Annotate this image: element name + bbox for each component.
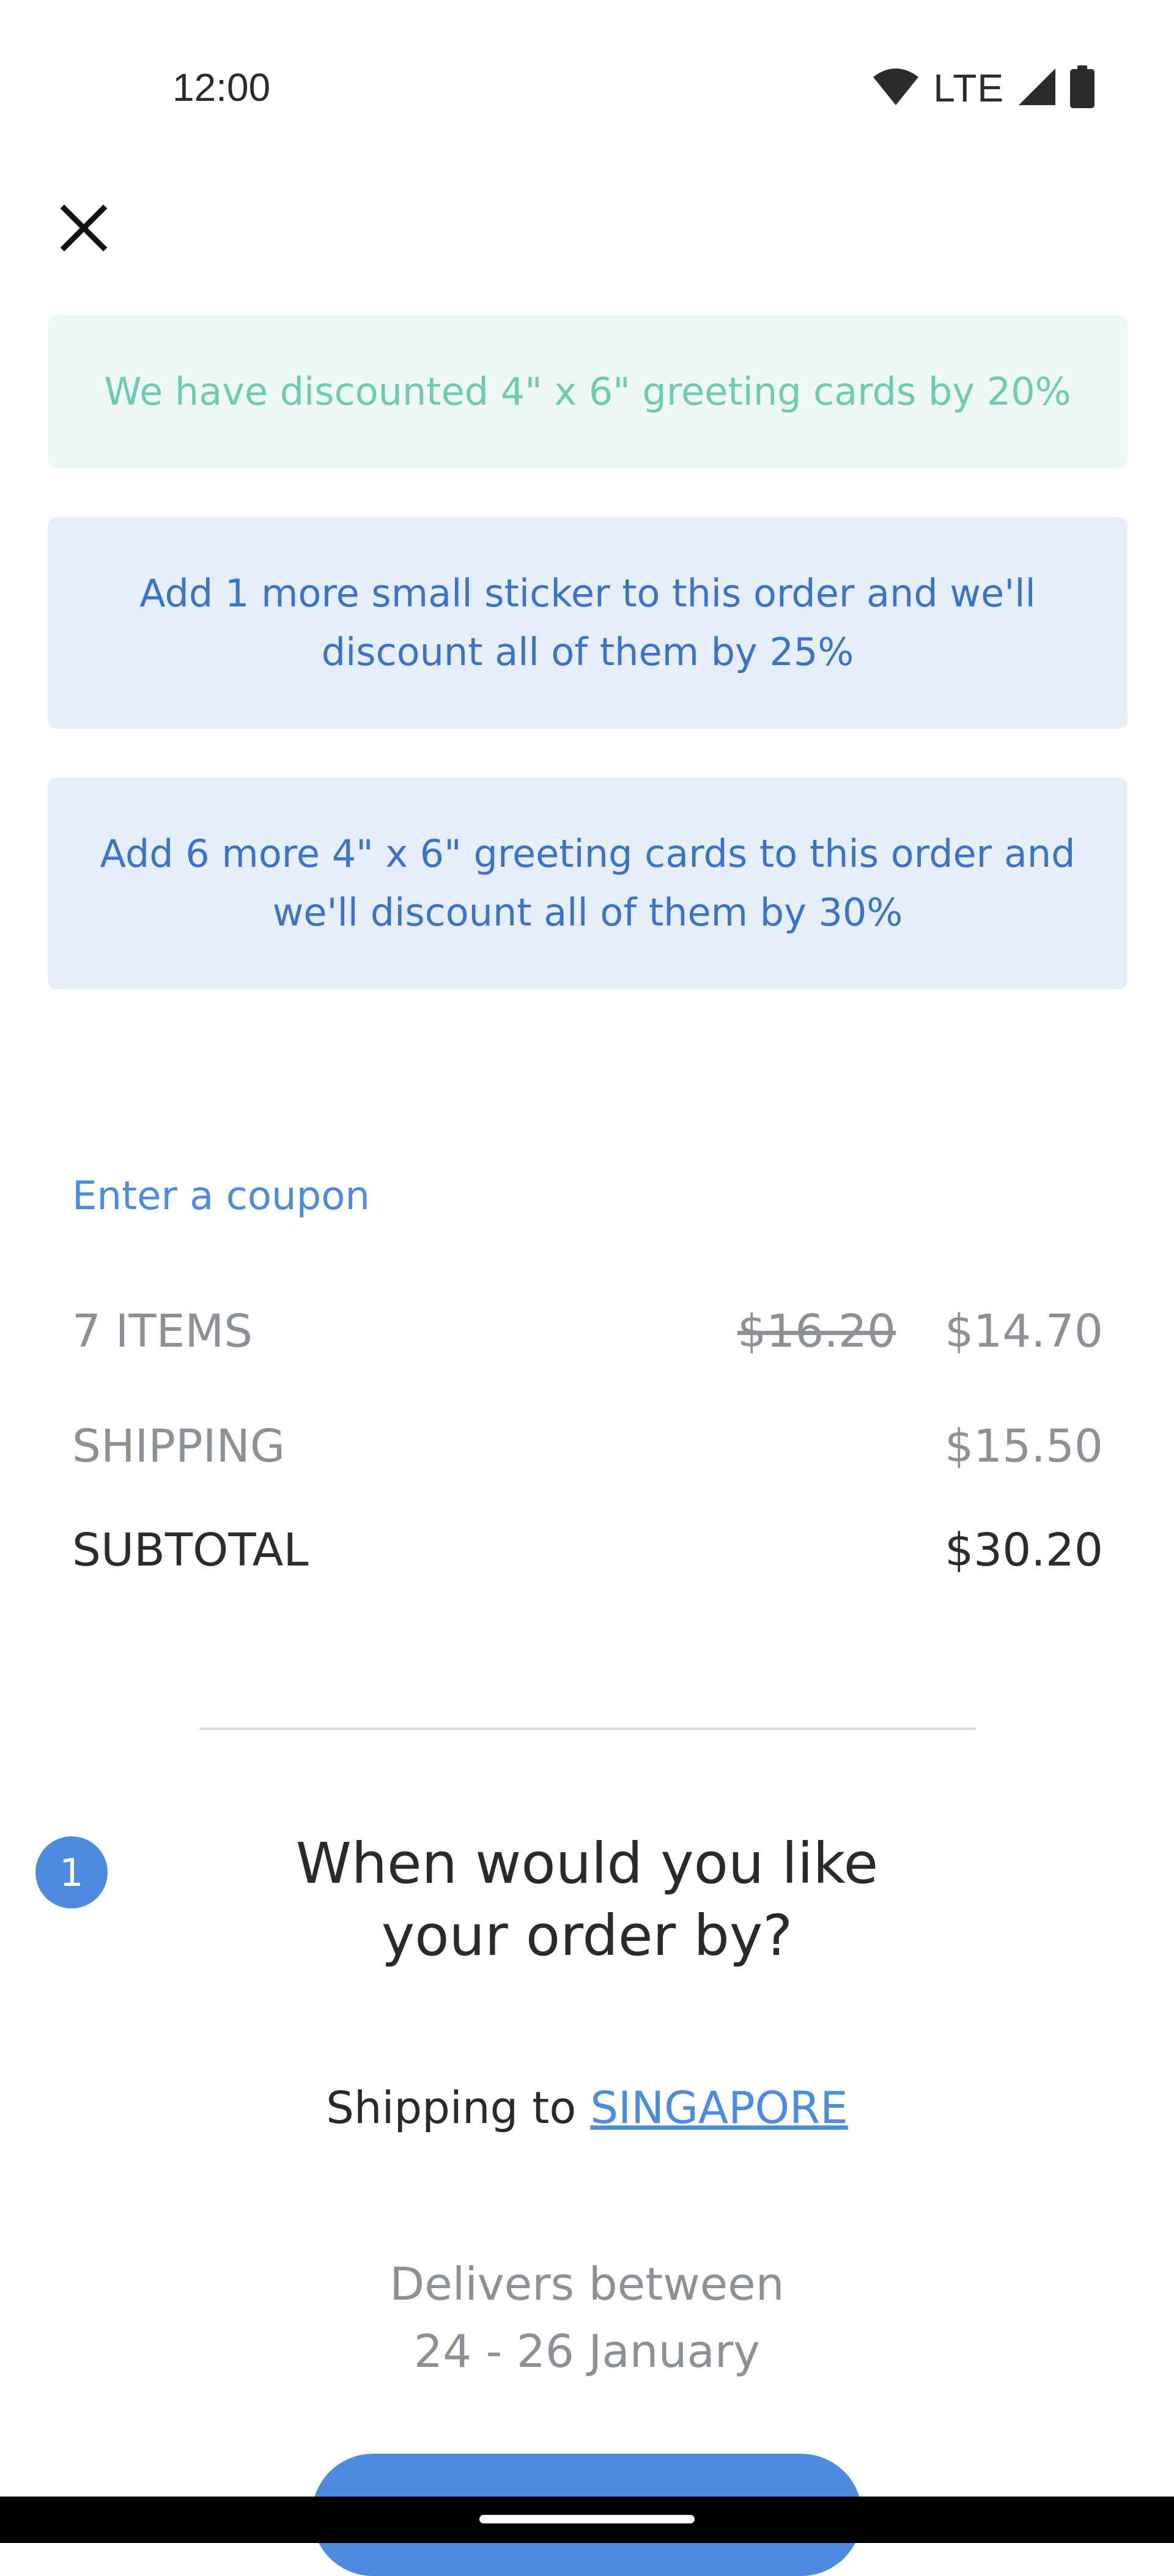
- shipping-price: $15.50: [945, 1420, 1103, 1473]
- step-title-line1: When would you like: [295, 1831, 879, 1896]
- shipping-prefix: Shipping to: [326, 2082, 577, 2133]
- status-time: 12:00: [172, 65, 271, 109]
- sticker-offer-text: Add 1 more small sticker to this order a…: [139, 564, 1036, 682]
- signal-icon: [1017, 67, 1057, 109]
- close-icon: [60, 204, 108, 254]
- network-type-label: LTE: [933, 66, 1004, 110]
- battery-icon: [1070, 65, 1095, 111]
- subtotal-row: SUBTOTAL $30.20: [72, 1520, 1103, 1581]
- sticker-offer-line1: Add 1 more small sticker to this order a…: [139, 571, 1036, 616]
- greeting-card-offer-line2: we'll discount all of them by 30%: [272, 890, 903, 935]
- greeting-card-offer-line1: Add 6 more 4" x 6" greeting cards to thi…: [100, 831, 1076, 876]
- close-button[interactable]: [55, 201, 113, 258]
- shipping-destination: Shipping to SINGAPORE: [0, 2082, 1174, 2133]
- step-title-line2: your order by?: [381, 1903, 793, 1968]
- items-row: 7 ITEMS $16.20 $14.70: [72, 1301, 1103, 1362]
- step-title: When would you like your order by?: [220, 1828, 954, 1972]
- greeting-card-offer-text: Add 6 more 4" x 6" greeting cards to thi…: [100, 825, 1076, 942]
- delivery-estimate: Delivers between 24 - 26 January: [0, 2251, 1174, 2385]
- status-bar: 12:00 LTE: [0, 0, 1174, 177]
- home-gesture-handle[interactable]: [479, 2515, 695, 2523]
- step-number-badge: 1: [35, 1836, 108, 1908]
- enter-coupon-link[interactable]: Enter a coupon: [72, 1174, 370, 1219]
- subtotal-label: SUBTOTAL: [72, 1524, 309, 1577]
- applied-discount-text: We have discounted 4" x 6" greeting card…: [104, 369, 1071, 414]
- wifi-icon: [872, 67, 920, 109]
- sticker-offer-line2: discount all of them by 25%: [321, 630, 854, 674]
- sticker-offer-banner: Add 1 more small sticker to this order a…: [48, 517, 1128, 729]
- items-label: 7 ITEMS: [72, 1305, 253, 1358]
- applied-discount-banner: We have discounted 4" x 6" greeting card…: [48, 315, 1128, 468]
- items-price: $14.70: [945, 1305, 1103, 1358]
- delivery-line1: Delivers between: [389, 2258, 785, 2311]
- greeting-card-offer-banner: Add 6 more 4" x 6" greeting cards to thi…: [48, 778, 1128, 989]
- shipping-country-link[interactable]: SINGAPORE: [590, 2082, 847, 2133]
- delivery-line2: 24 - 26 January: [413, 2325, 761, 2378]
- divider: [199, 1728, 976, 1730]
- subtotal-price: $30.20: [945, 1524, 1103, 1577]
- items-prices: $16.20 $14.70: [737, 1305, 1103, 1358]
- items-original-price: $16.20: [737, 1305, 896, 1358]
- shipping-label: SHIPPING: [72, 1420, 286, 1473]
- status-icons: LTE: [872, 64, 1095, 112]
- shipping-row: SHIPPING $15.50: [72, 1416, 1103, 1477]
